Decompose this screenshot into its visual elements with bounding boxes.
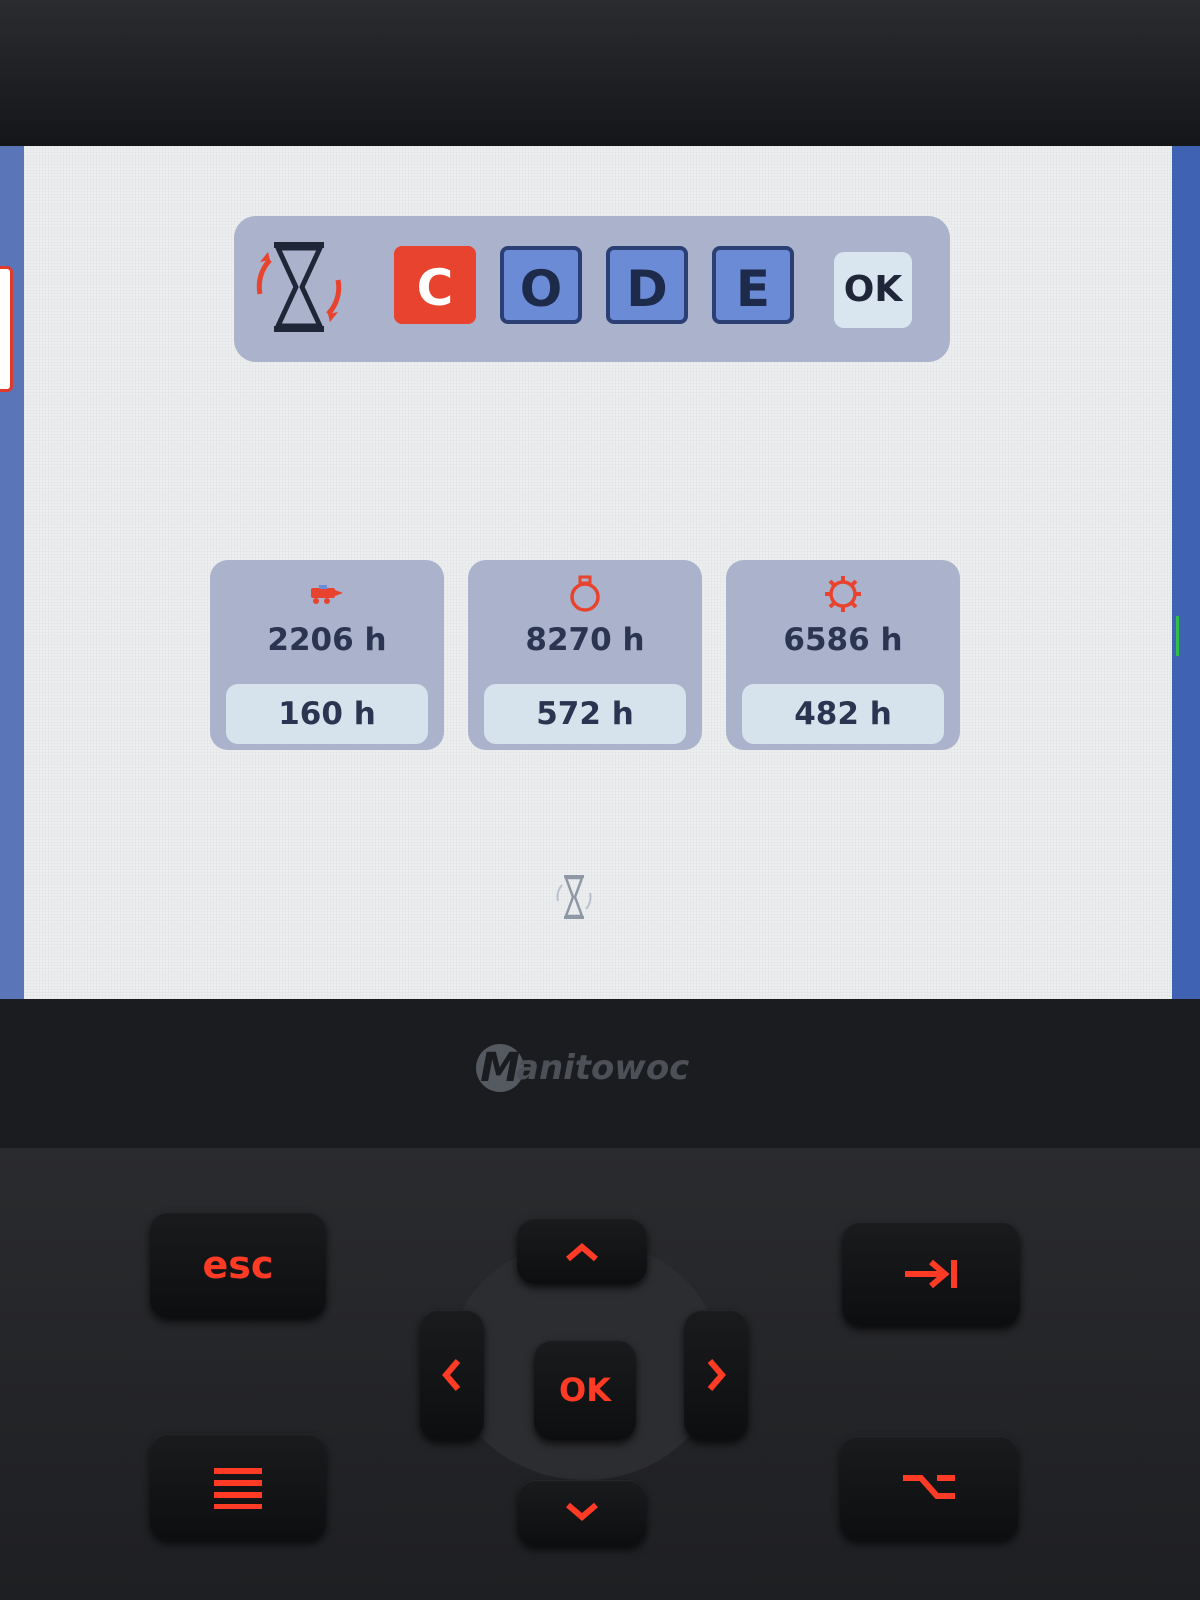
tab-arrow-icon (905, 1259, 957, 1289)
up-arrow-key[interactable] (517, 1218, 647, 1284)
left-edge-tab (0, 266, 13, 392)
hours-counter-carrier: 2206 h 160 h (210, 560, 444, 750)
right-edge-indicator (1176, 616, 1197, 656)
total-hours: 2206 h (267, 622, 387, 658)
engine-icon (570, 575, 600, 612)
code-letter-c[interactable]: C (394, 246, 476, 324)
right-screen-edge (1172, 146, 1200, 999)
esc-key[interactable]: esc (150, 1212, 326, 1318)
display-bezel (0, 0, 1200, 150)
logo-wordmark: anitowoc (516, 1048, 690, 1088)
tab-forward-key[interactable] (842, 1222, 1020, 1326)
total-hours: 8270 h (525, 622, 645, 658)
left-screen-edge (0, 146, 24, 999)
down-arrow-key[interactable] (518, 1480, 646, 1546)
code-letter-e[interactable]: E (712, 246, 794, 324)
chevron-up-icon (566, 1243, 598, 1262)
hours-since-service: 482 h (742, 684, 944, 744)
hourglass-status-icon (556, 875, 592, 919)
code-letter-d[interactable]: D (606, 246, 688, 324)
chevron-left-icon (442, 1359, 461, 1391)
menu-lines-icon (214, 1468, 262, 1509)
chevron-right-icon (707, 1359, 726, 1391)
hours-since-service: 572 h (484, 684, 686, 744)
gear-icon (825, 576, 861, 612)
manitowoc-logo: M anitowoc (476, 1040, 736, 1100)
hours-counter-engine: 8270 h 572 h (468, 560, 702, 750)
total-hours: 6586 h (783, 622, 903, 658)
code-letter-o[interactable]: O (500, 246, 582, 324)
switch-path-icon (903, 1475, 955, 1499)
right-arrow-key[interactable] (684, 1310, 748, 1440)
chevron-down-icon (566, 1502, 598, 1521)
code-ok-button[interactable]: OK (834, 252, 912, 328)
hours-since-service: 160 h (226, 684, 428, 744)
crane-carrier-icon (311, 585, 343, 604)
code-entry-bar: C O D E OK (234, 216, 950, 362)
ok-key[interactable]: OK (534, 1340, 636, 1440)
hours-counter-gear: 6586 h 482 h (726, 560, 960, 750)
left-arrow-key[interactable] (420, 1310, 484, 1440)
switch-key[interactable] (840, 1436, 1018, 1540)
display-screen: C O D E OK 2206 h 160 h 8270 h 572 h 658… (24, 146, 1172, 999)
hourglass-reset-icon (256, 242, 342, 332)
menu-key[interactable] (150, 1434, 326, 1540)
